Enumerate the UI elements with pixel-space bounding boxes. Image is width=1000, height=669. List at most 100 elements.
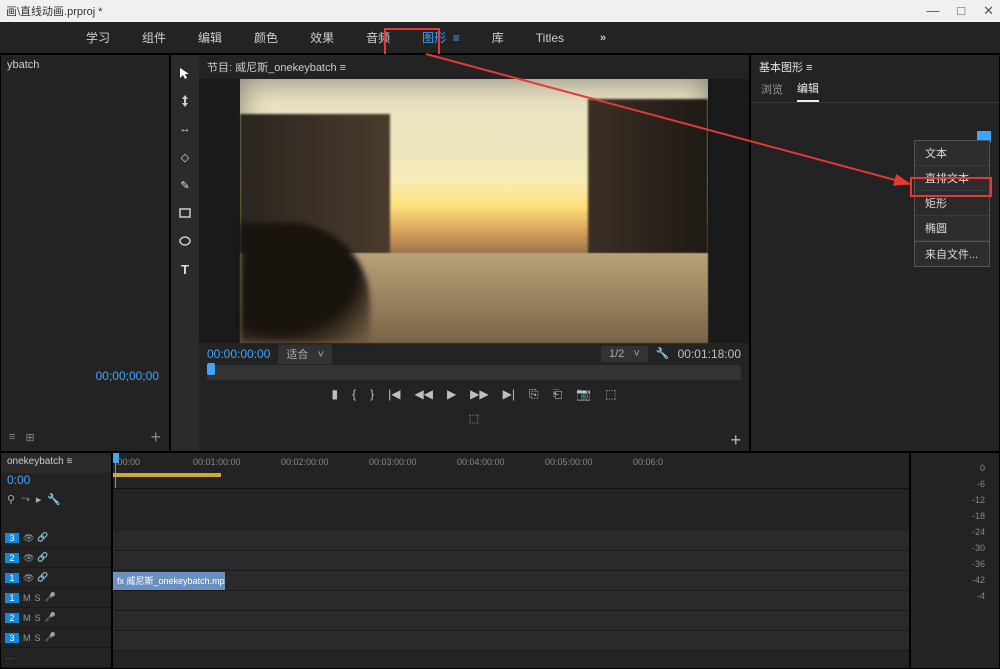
ruler-tick: 00:02:00:00 bbox=[281, 457, 329, 467]
window-maximize-button[interactable]: □ bbox=[957, 3, 965, 19]
rotate-tool-icon[interactable]: ◇ bbox=[177, 149, 193, 165]
program-monitor-panel: ↔ ◇ ✎ T 节目: 威尼斯_onekeybatch ≡ 00:00:00:0… bbox=[170, 54, 750, 452]
egp-browse-tab[interactable]: 浏览 bbox=[761, 81, 783, 101]
egp-edit-tab[interactable]: 编辑 bbox=[797, 80, 819, 102]
source-panel-tab[interactable]: ybatch bbox=[1, 55, 169, 77]
work-area-bar[interactable] bbox=[113, 473, 221, 477]
workspace-bar: 学习 组件 编辑 颜色 效果 音频 图形 ≡ 库 Titles » bbox=[0, 22, 1000, 54]
meter-label: -24 bbox=[972, 527, 985, 537]
go-to-out-button[interactable]: ▶| bbox=[503, 387, 515, 401]
workspace-assembly[interactable]: 组件 bbox=[126, 23, 182, 52]
timeline-tracks-panel[interactable]: :00:00 00:01:00:00 00:02:00:00 00:03:00:… bbox=[112, 452, 910, 669]
workspace-editing[interactable]: 编辑 bbox=[182, 23, 238, 52]
tl-tool-link-icon[interactable]: ⤳ bbox=[21, 493, 30, 509]
extract-button[interactable]: ⎗ bbox=[553, 387, 563, 402]
grid-view-icon[interactable]: ⊞ bbox=[25, 431, 34, 444]
transport-controls: ▮ { } |◀ ◀◀ ▶ ▶▶ ▶| ⎘ ⎗ 📷 ⬚ bbox=[199, 380, 749, 409]
menu-item-vertical-text[interactable]: 直排文本 bbox=[915, 166, 989, 191]
vertical-select-tool-icon[interactable] bbox=[177, 93, 193, 109]
track-v1-header[interactable]: 1👁🔗 bbox=[1, 568, 111, 588]
track-v1-row[interactable]: fx 威尼斯_onekeybatch.mp4 bbox=[113, 571, 909, 591]
insert-button[interactable]: ⬚ bbox=[605, 387, 616, 401]
menu-item-text[interactable]: 文本 bbox=[915, 141, 989, 166]
rectangle-tool-icon[interactable] bbox=[177, 205, 193, 221]
workspace-titles[interactable]: Titles bbox=[520, 25, 580, 51]
text-tool-icon[interactable]: T bbox=[177, 261, 193, 277]
play-button[interactable]: ▶ bbox=[447, 387, 456, 401]
window-minimize-button[interactable]: — bbox=[926, 3, 939, 19]
pen-tool-icon[interactable]: ✎ bbox=[177, 177, 193, 193]
tl-tool-snap-icon[interactable]: ⚲ bbox=[7, 493, 15, 509]
zoom-fit-dropdown[interactable]: 适合 ˅ bbox=[278, 344, 332, 364]
window-close-button[interactable]: ✕ bbox=[983, 3, 994, 19]
ruler-tick: 00:04:00:00 bbox=[457, 457, 505, 467]
workspace-audio[interactable]: 音频 bbox=[350, 23, 406, 52]
go-to-in-button[interactable]: |◀ bbox=[388, 387, 400, 401]
track-master-header[interactable]: ··· bbox=[1, 648, 111, 668]
track-v3-header[interactable]: 3👁🔗 bbox=[1, 528, 111, 548]
workspace-libraries[interactable]: 库 bbox=[476, 23, 520, 52]
track-v3-row[interactable] bbox=[113, 531, 909, 551]
program-tab[interactable]: 节目: 威尼斯_onekeybatch ≡ bbox=[199, 55, 749, 79]
meter-label: 0 bbox=[980, 463, 985, 473]
egp-title: 基本图形 ≡ bbox=[751, 55, 999, 79]
playhead-icon[interactable] bbox=[207, 363, 215, 375]
meter-label: -18 bbox=[972, 511, 985, 521]
mic-icon: 🎤 bbox=[45, 592, 56, 603]
sequence-duration: 00:01:18:00 bbox=[678, 347, 741, 361]
safe-margins-icon[interactable]: ⬚ bbox=[469, 412, 479, 425]
meter-label: -6 bbox=[977, 479, 985, 489]
new-item-button[interactable]: + bbox=[150, 427, 161, 448]
menu-item-ellipse[interactable]: 椭圆 bbox=[915, 216, 989, 241]
tl-tool-settings-icon[interactable]: 🔧 bbox=[47, 493, 61, 509]
timeline-timecode[interactable]: 0:00 bbox=[1, 473, 111, 491]
source-panel-body: 00;00;00;00 bbox=[1, 77, 169, 423]
project-filename: 画\直线动画.prproj * bbox=[6, 3, 103, 19]
meter-label: -12 bbox=[972, 495, 985, 505]
track-v2-row[interactable] bbox=[113, 551, 909, 571]
timeline-header-panel: onekeybatch ≡ 0:00 ⚲ ⤳ ▸ 🔧 3👁🔗 2👁🔗 1👁🔗 1… bbox=[0, 452, 112, 669]
program-timecode[interactable]: 00:00:00:00 bbox=[207, 347, 270, 361]
workspace-graphics[interactable]: 图形 ≡ bbox=[406, 23, 476, 52]
mark-in-button[interactable]: ▮ bbox=[331, 387, 338, 401]
selection-tool-icon[interactable] bbox=[177, 65, 193, 81]
track-a1-header[interactable]: 1MS🎤 bbox=[1, 588, 111, 608]
step-back-button[interactable]: ◀◀ bbox=[414, 387, 432, 401]
tl-tool-marker-icon[interactable]: ▸ bbox=[36, 493, 42, 509]
program-viewer[interactable] bbox=[199, 79, 749, 343]
list-view-icon[interactable]: ≡ bbox=[9, 431, 15, 443]
mark-clip-button[interactable]: } bbox=[370, 387, 374, 401]
meter-label: -42 bbox=[972, 575, 985, 585]
playback-resolution-dropdown[interactable]: 1/2 ˅ bbox=[601, 346, 648, 362]
export-frame-button[interactable]: 📷 bbox=[576, 387, 591, 401]
ellipse-tool-icon[interactable] bbox=[177, 233, 193, 249]
step-forward-button[interactable]: ▶▶ bbox=[470, 387, 488, 401]
program-add-button[interactable]: + bbox=[730, 430, 741, 451]
track-a3-header[interactable]: 3MS🎤 bbox=[1, 628, 111, 648]
settings-wrench-icon[interactable]: 🔧 bbox=[656, 347, 670, 360]
window-titlebar: 画\直线动画.prproj * — □ ✕ bbox=[0, 0, 1000, 22]
workspace-effects[interactable]: 效果 bbox=[294, 23, 350, 52]
mark-out-button[interactable]: { bbox=[352, 387, 356, 401]
workspace-color[interactable]: 颜色 bbox=[238, 23, 294, 52]
ruler-tick: 00:05:00:00 bbox=[545, 457, 593, 467]
video-clip[interactable]: fx 威尼斯_onekeybatch.mp4 bbox=[113, 572, 225, 590]
lift-button[interactable]: ⎘ bbox=[529, 387, 539, 402]
track-a2-row[interactable] bbox=[113, 611, 909, 631]
sequence-tab[interactable]: onekeybatch ≡ bbox=[1, 453, 111, 473]
track-a1-row[interactable] bbox=[113, 591, 909, 611]
workspace-overflow-button[interactable]: » bbox=[600, 32, 606, 44]
move-tool-icon[interactable]: ↔ bbox=[177, 121, 193, 137]
menu-item-rectangle[interactable]: 矩形 bbox=[915, 191, 989, 216]
menu-item-from-file[interactable]: 来自文件... bbox=[915, 241, 989, 266]
program-scrubber[interactable] bbox=[207, 365, 741, 380]
track-a2-header[interactable]: 2MS🎤 bbox=[1, 608, 111, 628]
eye-icon: 👁 bbox=[23, 553, 33, 563]
track-a3-row[interactable] bbox=[113, 631, 909, 651]
source-timecode[interactable]: 00;00;00;00 bbox=[96, 369, 159, 383]
mic-icon: 🎤 bbox=[45, 632, 56, 643]
workspace-learn[interactable]: 学习 bbox=[70, 23, 126, 52]
timeline-ruler[interactable]: :00:00 00:01:00:00 00:02:00:00 00:03:00:… bbox=[113, 453, 909, 489]
video-preview bbox=[240, 79, 708, 343]
track-v2-header[interactable]: 2👁🔗 bbox=[1, 548, 111, 568]
